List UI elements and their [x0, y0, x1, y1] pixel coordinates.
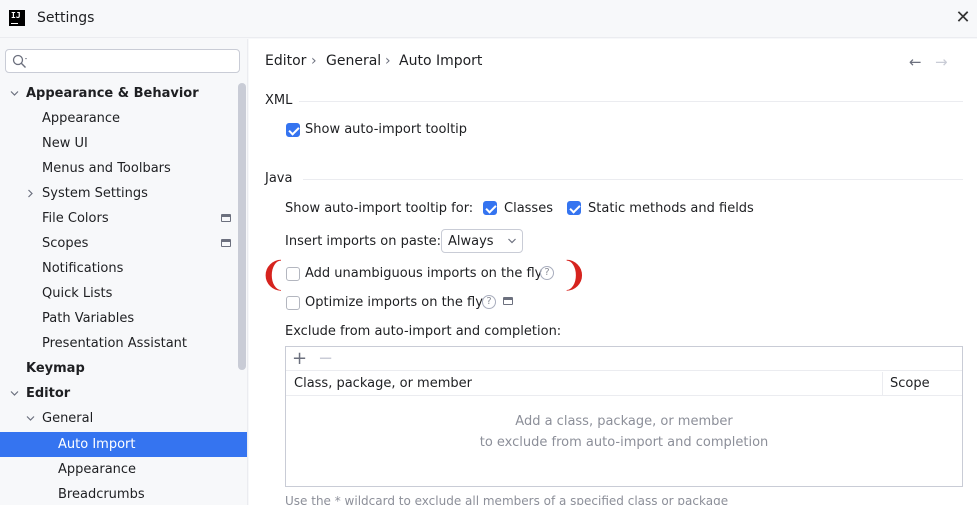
tree-item-appearance[interactable]: Appearance	[0, 106, 247, 131]
tree-item-label: Path Variables	[42, 311, 135, 326]
tree-item-label: Breadcrumbs	[58, 487, 145, 502]
add-icon[interactable]: +	[292, 347, 307, 371]
table-toolbar: + −	[286, 347, 962, 371]
tooltip-for-label: Show auto-import tooltip for:	[285, 201, 474, 216]
tree-item-label: General	[42, 411, 94, 426]
tree-item-system-settings[interactable]: System Settings	[0, 181, 247, 206]
tree-item-menus-toolbars[interactable]: Menus and Toolbars	[0, 156, 247, 181]
empty-text-line1: Add a class, package, or member	[515, 414, 733, 429]
title-bar: IJ Settings ✕	[0, 0, 977, 38]
chevron-down-icon	[10, 391, 19, 396]
remove-icon[interactable]: −	[318, 347, 333, 371]
table-header: Class, package, or member Scope	[286, 372, 962, 396]
group-separator	[299, 101, 963, 102]
empty-text-line2: to exclude from auto-import and completi…	[479, 435, 769, 450]
optimize-imports-label[interactable]: Optimize imports on the fly	[305, 295, 483, 310]
tree-item-label: Keymap	[26, 361, 85, 376]
window-title: Settings	[37, 10, 95, 26]
tree-item-new-ui[interactable]: New UI	[0, 131, 247, 156]
xml-show-tooltip-checkbox[interactable]	[286, 123, 300, 137]
static-methods-checkbox[interactable]	[567, 201, 581, 215]
tree-item-path-variables[interactable]: Path Variables	[0, 306, 247, 331]
column-divider[interactable]	[882, 372, 883, 396]
optimize-imports-checkbox[interactable]	[286, 296, 300, 310]
help-icon[interactable]: ?	[540, 266, 554, 280]
breadcrumb-editor[interactable]: Editor	[265, 53, 306, 69]
group-separator	[303, 179, 963, 180]
tree-item-scopes[interactable]: Scopes	[0, 231, 247, 256]
tree-item-label: Quick Lists	[42, 286, 113, 301]
tree-item-label: Appearance	[42, 111, 121, 126]
classes-checkbox[interactable]	[483, 201, 497, 215]
chevron-down-icon	[10, 91, 19, 96]
tree-item-breadcrumbs[interactable]: Breadcrumbs	[0, 482, 247, 505]
xml-group-title: XML	[265, 93, 293, 108]
chevron-right-icon	[28, 189, 33, 198]
column-header-class[interactable]: Class, package, or member	[294, 376, 472, 391]
insert-imports-value: Always	[448, 234, 494, 249]
settings-search-input[interactable]	[5, 49, 240, 73]
close-icon[interactable]: ✕	[953, 8, 973, 28]
project-settings-icon	[221, 214, 231, 222]
app-icon-text: IJ	[11, 11, 21, 20]
unambiguous-imports-label[interactable]: Add unambiguous imports on the fly	[305, 266, 542, 281]
highlight-bracket-right: ❩	[560, 255, 589, 295]
unambiguous-imports-checkbox[interactable]	[286, 267, 300, 281]
settings-content: Editor › General › Auto Import ← → XML S…	[249, 39, 977, 505]
tree-item-notifications[interactable]: Notifications	[0, 256, 247, 281]
tree-item-general[interactable]: General	[0, 406, 247, 431]
settings-sidebar: Appearance & Behavior Appearance New UI …	[0, 39, 248, 505]
breadcrumb-separator: ›	[311, 53, 317, 69]
tree-item-appearance-behavior[interactable]: Appearance & Behavior	[0, 81, 247, 106]
tree-item-quick-lists[interactable]: Quick Lists	[0, 281, 247, 306]
breadcrumb-separator: ›	[385, 53, 391, 69]
classes-label[interactable]: Classes	[504, 201, 553, 216]
java-group-title: Java	[265, 171, 293, 186]
forward-arrow-icon[interactable]: →	[935, 53, 948, 71]
insert-imports-label: Insert imports on paste:	[285, 234, 442, 249]
column-header-scope[interactable]: Scope	[890, 376, 930, 391]
tree-item-label: File Colors	[42, 211, 109, 226]
tree-item-label: Presentation Assistant	[42, 336, 187, 351]
project-settings-icon	[503, 297, 513, 305]
breadcrumb-general[interactable]: General	[326, 53, 381, 69]
tree-item-label: Appearance	[58, 462, 137, 477]
intellij-app-icon: IJ	[9, 10, 25, 26]
exclude-table: + − Class, package, or member Scope Add …	[285, 346, 963, 487]
highlight-bracket-left: ❨	[259, 255, 288, 295]
tree-item-label: Menus and Toolbars	[42, 161, 171, 176]
tree-item-label: New UI	[42, 136, 88, 151]
breadcrumb-auto-import: Auto Import	[399, 53, 483, 69]
tree-item-label: Auto Import	[58, 437, 136, 452]
tree-item-auto-import[interactable]: Auto Import	[0, 432, 247, 457]
tree-item-label: Scopes	[42, 236, 89, 251]
wildcard-hint: Use the * wildcard to exclude all member…	[285, 494, 729, 505]
tree-item-label: Editor	[26, 386, 71, 401]
chevron-down-icon	[508, 238, 516, 244]
exclude-label: Exclude from auto-import and completion:	[285, 324, 562, 339]
project-settings-icon	[221, 239, 231, 247]
insert-imports-select[interactable]: Always	[441, 229, 523, 253]
tree-item-keymap[interactable]: Keymap	[0, 356, 247, 381]
tree-item-label: Appearance & Behavior	[26, 86, 199, 101]
tree-item-editor[interactable]: Editor	[0, 381, 247, 406]
tree-item-presentation-assistant[interactable]: Presentation Assistant	[0, 331, 247, 356]
tree-item-file-colors[interactable]: File Colors	[0, 206, 247, 231]
search-icon	[12, 54, 27, 68]
tree-item-label: System Settings	[42, 186, 148, 201]
tree-item-editor-appearance[interactable]: Appearance	[0, 457, 247, 482]
xml-show-tooltip-label[interactable]: Show auto-import tooltip	[305, 122, 467, 137]
help-icon[interactable]: ?	[482, 295, 496, 309]
chevron-down-icon	[26, 416, 35, 421]
back-arrow-icon[interactable]: ←	[909, 53, 922, 71]
tree-item-label: Notifications	[42, 261, 124, 276]
static-methods-label[interactable]: Static methods and fields	[588, 201, 754, 216]
